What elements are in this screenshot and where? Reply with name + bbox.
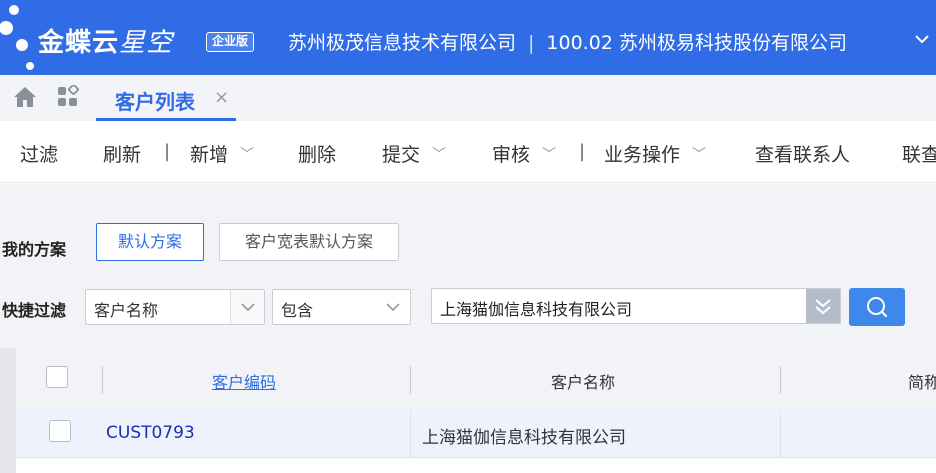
brand-logo[interactable]: 金蝶云星空 (38, 22, 173, 59)
tab-bar: 客户列表 × (0, 75, 936, 121)
scheme-wide-button[interactable]: 客户宽表默认方案 (219, 223, 399, 261)
business-ops-label: 业务操作 (604, 144, 681, 166)
org-name: 苏州极茂信息技术有限公司 (288, 32, 517, 54)
my-schemes-label: 我的方案 (2, 240, 67, 259)
cell-customer-name: 上海猫伽信息科技有限公司 (422, 428, 626, 448)
table-row-empty (16, 458, 936, 473)
close-icon[interactable]: × (214, 89, 229, 107)
chevron-down-icon[interactable]: ﹀ (542, 144, 556, 164)
field-select-dropdown[interactable] (230, 290, 264, 324)
column-header-short[interactable]: 简称 (908, 369, 936, 393)
column-header-name[interactable]: 客户名称 (551, 369, 615, 393)
search-icon (867, 297, 888, 318)
chevron-down-icon[interactable]: ﹀ (692, 144, 706, 164)
cell-divider (780, 410, 781, 458)
org-separator: | (528, 32, 535, 54)
operator-select-value: 包含 (281, 301, 314, 320)
account-name: 100.02 苏州极易科技股份有限公司 (546, 32, 847, 54)
brand-main: 金蝶云 (38, 28, 120, 58)
grid-header: 客户编码 客户名称 简称 (16, 348, 936, 410)
view-contacts-button[interactable]: 查看联系人 (755, 140, 850, 167)
kingdee-logo-dots-icon (0, 5, 34, 70)
chevron-down-icon[interactable]: ﹀ (240, 144, 254, 164)
tab-label: 客户列表 (115, 90, 195, 114)
expand-button[interactable] (806, 289, 840, 323)
search-value-text: 上海猫伽信息科技有限公司 (440, 300, 633, 319)
column-divider (410, 366, 411, 394)
grid-gutter (0, 348, 16, 473)
field-select-value: 客户名称 (94, 301, 159, 320)
home-icon[interactable] (12, 85, 38, 109)
row-checkbox[interactable] (49, 420, 71, 442)
chevron-down-icon (386, 303, 400, 312)
search-button[interactable] (849, 288, 905, 326)
audit-label: 审核 (492, 144, 531, 166)
chevron-down-icon (241, 303, 255, 312)
audit-button[interactable]: 审核 ﹀ (492, 140, 556, 167)
cell-divider (410, 410, 411, 458)
filter-button[interactable]: 过滤 (20, 140, 58, 167)
tab-customer-list[interactable]: 客户列表 × (96, 75, 236, 121)
toolbar-separator: | (164, 141, 171, 162)
operator-select[interactable]: 包含 (272, 289, 411, 325)
double-chevron-down-icon (815, 299, 831, 315)
cell-customer-code[interactable]: CUST0793 (106, 423, 195, 443)
search-value-input[interactable]: 上海猫伽信息科技有限公司 (431, 288, 841, 324)
submit-label: 提交 (382, 144, 421, 166)
business-ops-button[interactable]: 业务操作 ﹀ (604, 140, 706, 167)
linked-query-button[interactable]: 联查 (902, 140, 936, 167)
field-select[interactable]: 客户名称 (85, 289, 265, 325)
customer-grid: 客户编码 客户名称 简称 CUST0793 上海猫伽信息科技有限公司 (0, 348, 936, 473)
edition-badge: 企业版 (206, 32, 255, 52)
add-label: 新增 (190, 144, 229, 166)
scheme-default-button[interactable]: 默认方案 (96, 223, 204, 261)
brand-sub: 星空 (119, 28, 174, 58)
column-divider (102, 366, 103, 394)
org-switcher[interactable]: 苏州极茂信息技术有限公司 | 100.02 苏州极易科技股份有限公司 (288, 28, 847, 55)
refresh-button[interactable]: 刷新 (103, 140, 141, 167)
operator-select-dropdown[interactable] (376, 290, 410, 324)
action-toolbar: 过滤 刷新 | 新增 ﹀ 删除 提交 ﹀ 审核 ﹀ | 业务操作 ﹀ 查看联系人 联查 (0, 121, 936, 183)
chevron-down-icon[interactable]: ﹀ (432, 144, 446, 164)
table-row[interactable]: CUST0793 上海猫伽信息科技有限公司 (16, 410, 936, 458)
submit-button[interactable]: 提交 ﹀ (382, 140, 446, 167)
quick-filter-label: 快捷过滤 (2, 301, 67, 320)
apps-grid-icon[interactable] (56, 85, 80, 109)
column-divider (780, 366, 781, 394)
chevron-down-icon[interactable] (913, 30, 931, 48)
top-header: 金蝶云星空 企业版 苏州极茂信息技术有限公司 | 100.02 苏州极易科技股份有限… (0, 0, 936, 75)
select-all-checkbox[interactable] (46, 366, 68, 388)
add-button[interactable]: 新增 ﹀ (190, 140, 254, 167)
delete-button[interactable]: 删除 (298, 140, 336, 167)
column-header-code[interactable]: 客户编码 (212, 369, 276, 393)
toolbar-separator: | (579, 141, 586, 162)
